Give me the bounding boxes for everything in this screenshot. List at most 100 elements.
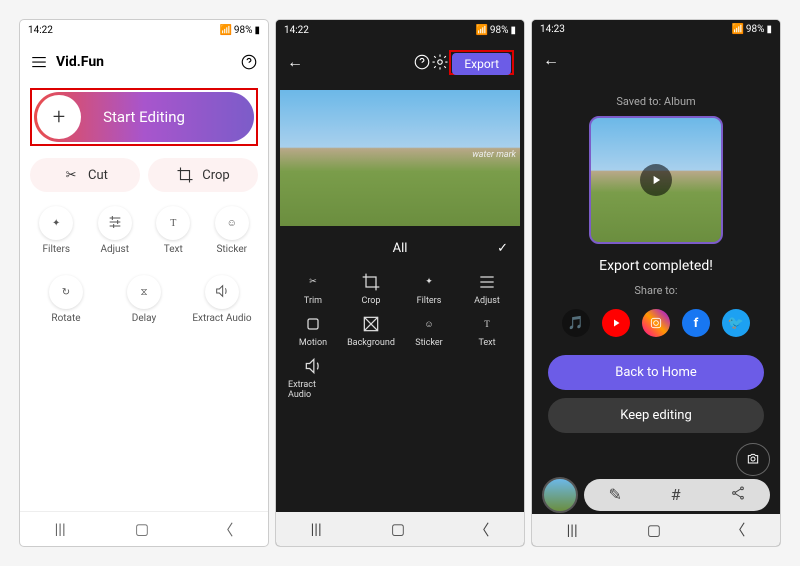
recents-icon[interactable]: |||: [55, 520, 66, 538]
tab-all[interactable]: All ✓: [276, 232, 524, 264]
crop-button[interactable]: Crop: [346, 272, 396, 306]
check-icon[interactable]: ✓: [497, 241, 508, 256]
background-button[interactable]: Background: [346, 314, 396, 348]
back-to-home-button[interactable]: Back to Home: [548, 355, 764, 390]
status-icons: 📶 98%▮: [475, 25, 516, 36]
start-editing-button[interactable]: + Start Editing: [34, 92, 254, 142]
filters-button[interactable]: ✦Filters: [404, 272, 454, 306]
highlight-start: + Start Editing: [30, 88, 258, 146]
back-icon[interactable]: 〈: [474, 519, 489, 540]
text-icon: T: [170, 218, 176, 229]
help-icon[interactable]: [240, 53, 258, 71]
quick-tools: ✂Cut Crop: [20, 154, 268, 196]
video-preview[interactable]: water mark: [280, 90, 520, 226]
app-title: Vid.Fun: [56, 54, 104, 70]
sparkle-icon: ✦: [52, 218, 60, 229]
instagram-icon[interactable]: [642, 309, 670, 337]
export-thumbnail[interactable]: [589, 116, 723, 244]
adjust-button[interactable]: Adjust: [89, 206, 142, 255]
sliders-icon: [107, 214, 123, 233]
sticker-button[interactable]: ☺Sticker: [206, 206, 259, 255]
share-icon[interactable]: [730, 485, 746, 505]
time: 14:22: [284, 25, 309, 36]
delay-button[interactable]: ⧖Delay: [108, 275, 180, 324]
sliders-icon: [477, 272, 497, 292]
time: 14:23: [540, 24, 565, 35]
export-header: ←: [532, 39, 780, 81]
back-arrow-icon[interactable]: ←: [286, 53, 304, 71]
header: Vid.Fun: [20, 40, 268, 84]
tool-grid: ✦Filters Adjust TText ☺Sticker: [20, 196, 268, 265]
nav-bar: ||| ▢ 〈: [532, 514, 780, 546]
status-bar: 14:22 📶 98%▮: [20, 20, 268, 40]
motion-button[interactable]: Motion: [288, 314, 338, 348]
screen-editor: 14:22 📶 98%▮ ← Export water mark All ✓ ✂…: [276, 20, 524, 546]
nav-bar: ||| ▢ 〈: [20, 511, 268, 546]
status-bar: 14:22 📶 98%▮: [276, 20, 524, 40]
menu-icon[interactable]: [30, 53, 48, 71]
status-icons: 📶 98%▮: [219, 25, 260, 36]
crop-icon: [361, 272, 381, 292]
smile-icon: ☺: [419, 314, 439, 334]
extract-audio-button[interactable]: Extract Audio: [288, 356, 338, 400]
sparkle-icon: ✦: [419, 272, 439, 292]
screen-export-done: 14:23 📶 98%▮ ← Saved to: Album Export co…: [532, 20, 780, 546]
filters-button[interactable]: ✦Filters: [30, 206, 83, 255]
home-icon[interactable]: ▢: [647, 521, 661, 539]
editor-header: ← Export: [276, 40, 524, 84]
home-icon[interactable]: ▢: [391, 520, 405, 538]
recents-icon[interactable]: |||: [567, 521, 578, 539]
keep-editing-button[interactable]: Keep editing: [548, 398, 764, 433]
hourglass-icon: ⧖: [140, 287, 147, 298]
hash-icon[interactable]: #: [671, 485, 681, 504]
sticker-button[interactable]: ☺Sticker: [404, 314, 454, 348]
audio-icon: [214, 283, 230, 302]
saved-to: Saved to: Album: [532, 81, 780, 116]
text-icon: T: [477, 314, 497, 334]
facebook-icon[interactable]: f: [682, 309, 710, 337]
share-icons: 🎵 f 🐦: [532, 303, 780, 351]
background-icon: [361, 314, 381, 334]
gear-icon[interactable]: [431, 53, 449, 71]
bottom-bar: ✎ #: [532, 476, 780, 514]
twitter-icon[interactable]: 🐦: [722, 309, 750, 337]
watermark: water mark: [472, 150, 516, 160]
home-icon[interactable]: ▢: [135, 520, 149, 538]
status-bar: 14:23 📶 98%▮: [532, 20, 780, 39]
tool-grid-2: ↻Rotate ⧖Delay Extract Audio: [20, 265, 268, 324]
trim-button[interactable]: ✂Trim: [288, 272, 338, 306]
rotate-button[interactable]: ↻Rotate: [30, 275, 102, 324]
extract-audio-button[interactable]: Extract Audio: [186, 275, 258, 324]
scissors-icon: ✂: [62, 166, 80, 184]
highlight-export: Export: [449, 50, 514, 75]
youtube-icon[interactable]: [602, 309, 630, 337]
crop-button[interactable]: Crop: [148, 158, 258, 192]
editor-tools: ✂Trim Crop ✦Filters Adjust Motion Backgr…: [276, 264, 524, 408]
back-arrow-icon[interactable]: ←: [542, 51, 560, 69]
recents-icon[interactable]: |||: [311, 520, 322, 538]
export-complete: Export completed!: [532, 244, 780, 278]
edit-icon[interactable]: ✎: [608, 485, 621, 504]
recent-thumb[interactable]: [542, 477, 578, 513]
smile-icon: ☺: [227, 218, 237, 229]
bottom-pill: ✎ #: [584, 479, 770, 511]
scissors-icon: ✂: [303, 272, 323, 292]
status-icons: 📶 98%▮: [731, 24, 772, 35]
text-button[interactable]: TText: [147, 206, 200, 255]
start-label: Start Editing: [34, 108, 254, 126]
cut-button[interactable]: ✂Cut: [30, 158, 140, 192]
text-button[interactable]: TText: [462, 314, 512, 348]
share-to-label: Share to:: [532, 278, 780, 303]
adjust-button[interactable]: Adjust: [462, 272, 512, 306]
audio-icon: [303, 356, 323, 376]
help-icon[interactable]: [413, 53, 431, 71]
export-button[interactable]: Export: [452, 53, 511, 75]
time: 14:22: [28, 25, 53, 36]
tiktok-icon[interactable]: 🎵: [562, 309, 590, 337]
back-icon[interactable]: 〈: [730, 519, 745, 540]
rotate-icon: ↻: [62, 287, 70, 298]
back-icon[interactable]: 〈: [218, 519, 233, 540]
capture-fab[interactable]: [736, 443, 770, 475]
play-icon: [640, 164, 672, 196]
screen-home: 14:22 📶 98%▮ Vid.Fun + Start Editing ✂Cu…: [20, 20, 268, 546]
